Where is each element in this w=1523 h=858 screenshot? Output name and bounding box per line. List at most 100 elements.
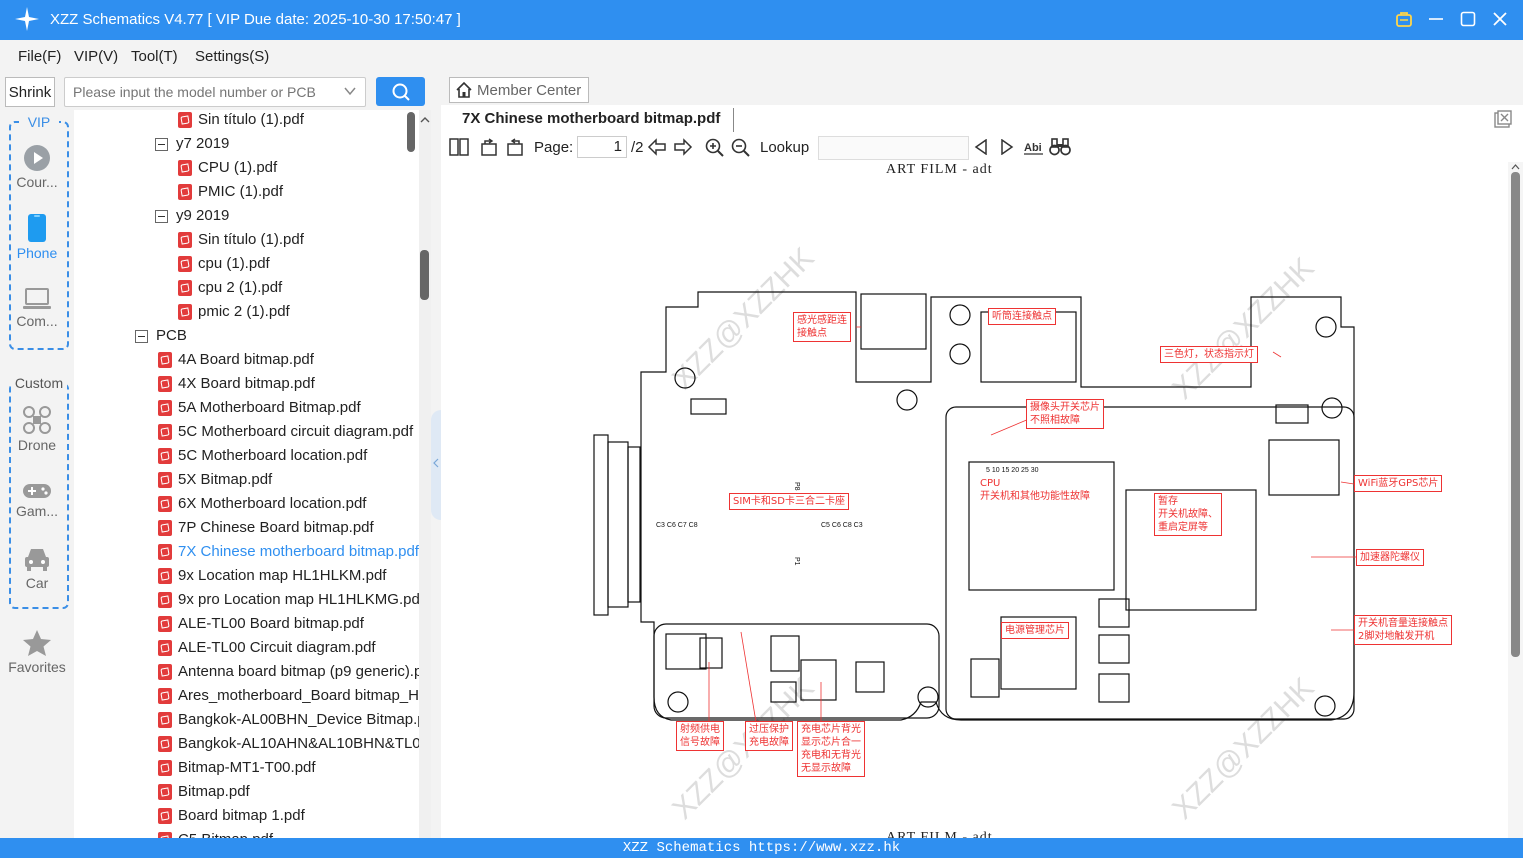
chevron-up-icon[interactable] [1511,164,1520,170]
rotate-left-icon[interactable] [479,138,499,156]
pdf-file-icon [158,640,172,656]
member-center-button[interactable]: Member Center [449,77,589,103]
prev-page-icon[interactable] [647,138,667,156]
menu-tool[interactable]: Tool(T) [131,48,178,65]
rail-drone[interactable]: Drone [0,405,74,453]
tree-file[interactable]: Board bitmap 1.pdf [158,804,305,828]
tree-folder[interactable]: PCB [135,324,187,348]
tree-file[interactable]: 5C Motherboard circuit diagram.pdf [158,420,413,444]
file-tree: Sin título (1).pdf y7 2019 CPU (1).pdf PMIC… [74,110,419,838]
tree-file[interactable]: 7X Chinese motherboard bitmap.pdf [158,540,419,564]
two-page-icon[interactable] [449,138,469,156]
tree-file[interactable]: 4A Board bitmap.pdf [158,348,314,372]
rotate-right-icon[interactable] [505,138,525,156]
pdf-file-icon [158,352,172,368]
tree-file[interactable]: pmic 2 (1).pdf [178,300,290,324]
rail-car[interactable]: Car [0,545,74,591]
rail-game[interactable]: Gam... [0,481,74,519]
chevron-down-icon[interactable] [343,84,357,98]
pdf-file-icon [158,616,172,632]
next-page-icon[interactable] [673,138,693,156]
tree-file[interactable]: Bitmap-MT1-T00.pdf [158,756,316,780]
title-bar: XZZ Schematics V4.77 [ VIP Due date: 202… [0,0,1523,40]
tree-file[interactable]: Bangkok-AL00BHN_Device Bitmap.pdf [158,708,419,732]
vip-bag-icon[interactable] [1393,8,1415,30]
tree-file[interactable]: ALE-TL00 Board bitmap.pdf [158,612,364,636]
panel-splitter[interactable] [431,410,441,520]
close-button[interactable] [1489,8,1511,30]
chevron-up-icon[interactable] [420,116,430,124]
document-tab[interactable]: 7X Chinese motherboard bitmap.pdf [462,110,720,127]
tree-item-label: 5C Motherboard circuit diagram.pdf [178,423,414,440]
menu-settings[interactable]: Settings(S) [195,48,269,65]
sidebar-scroll-thumb[interactable] [420,250,429,300]
find-next-icon[interactable] [1000,139,1014,155]
annotation-storage: 暂存 开关机故障、 重启定屏等 [1154,493,1222,536]
sidebar-scrollbar[interactable] [419,110,431,838]
menu-file[interactable]: File(F) [18,48,61,65]
tree-file[interactable]: Sin título (1).pdf [178,228,304,252]
tree-file[interactable]: Antenna board bitmap (p9 generic).pdf [158,660,419,684]
close-tab-icon[interactable] [1494,110,1512,128]
maximize-button[interactable] [1457,8,1479,30]
drone-icon [23,406,51,434]
tree-file[interactable]: C5 Bitmap.pdf [158,828,273,838]
tree-file[interactable]: ALE-TL00 Circuit diagram.pdf [158,636,376,660]
tree-file[interactable]: cpu (1).pdf [178,252,270,276]
tree-file[interactable]: Bangkok-AL10AHN&AL10BHN&TL00.pdf [158,732,419,756]
pdf-file-icon [158,592,172,608]
tree-file[interactable]: Bitmap.pdf [158,780,250,804]
tree-file[interactable]: 9x pro Location map HL1HLKMG.pdf [158,588,419,612]
rail-computer[interactable]: Com... [0,287,74,329]
tree-file[interactable]: 5X Bitmap.pdf [158,468,272,492]
zoom-in-icon[interactable] [705,138,724,157]
tree-file[interactable]: 7P Chinese Board bitmap.pdf [158,516,374,540]
tree-file[interactable]: 5A Motherboard Bitmap.pdf [158,396,361,420]
pdf-page[interactable]: ART FILM - adt ART FILM - adt XZZ@XZZHK … [461,162,1506,838]
tree-file[interactable]: cpu 2 (1).pdf [178,276,282,300]
rail-favorites[interactable]: Favorites [0,629,74,675]
match-case-icon[interactable]: Abi [1024,139,1044,155]
svg-text:P1: P1 [793,557,800,566]
member-center-label: Member Center [477,81,582,99]
tree-file[interactable]: 9x Location map HL1HLKM.pdf [158,564,386,588]
lookup-input[interactable] [818,136,969,160]
tree-file[interactable]: PMIC (1).pdf [178,180,283,204]
collapse-icon[interactable] [135,329,148,343]
tree-file[interactable]: 6X Motherboard location.pdf [158,492,366,516]
document-scrollbar[interactable] [1508,162,1523,838]
rail-favorites-label: Favorites [8,659,66,675]
annotation-text: 暂存 开关机故障、 重启定屏等 [1158,496,1218,533]
minimize-button[interactable] [1425,8,1447,30]
annotation-text: 三色灯，状态指示灯 [1164,349,1254,360]
tree-file[interactable]: 4X Board bitmap.pdf [158,372,315,396]
shrink-button[interactable]: Shrink [5,77,55,107]
tree-folder[interactable]: y9 2019 [155,204,229,228]
tree-file[interactable]: Ares_motherboard_Board bitmap_HW.pdf [158,684,419,708]
annotation-text: 射频供电 信号故障 [680,724,720,748]
collapse-icon[interactable] [155,209,168,223]
collapse-icon[interactable] [155,137,168,151]
zoom-out-icon[interactable] [731,138,750,157]
tree-folder[interactable]: y7 2019 [155,132,229,156]
tree-scrollbar[interactable] [407,112,415,152]
pdf-file-icon [178,160,192,176]
tab-separator [733,108,734,132]
find-prev-icon[interactable] [974,139,988,155]
pdf-file-icon [158,544,172,560]
menu-vip[interactable]: VIP(V) [74,48,118,65]
search-input[interactable] [65,78,335,106]
rail-game-label: Gam... [15,503,58,519]
search-button[interactable] [376,77,425,106]
tree-file[interactable]: 5C Motherboard location.pdf [158,444,367,468]
rail-phone[interactable]: Phone [0,213,74,261]
page-number-input[interactable]: 1 [577,136,627,158]
tree-item-label: y9 2019 [176,207,230,224]
tree-file[interactable]: CPU (1).pdf [178,156,277,180]
document-scroll-thumb[interactable] [1511,172,1520,657]
rail-course[interactable]: Cour... [0,144,74,190]
binoculars-icon[interactable] [1049,138,1071,156]
annotation-text: 感光感距连 接触点 [797,315,847,339]
tree-file[interactable]: Sin título (1).pdf [178,110,304,132]
tree-item-label: Bitmap-MT1-T00.pdf [178,759,316,776]
